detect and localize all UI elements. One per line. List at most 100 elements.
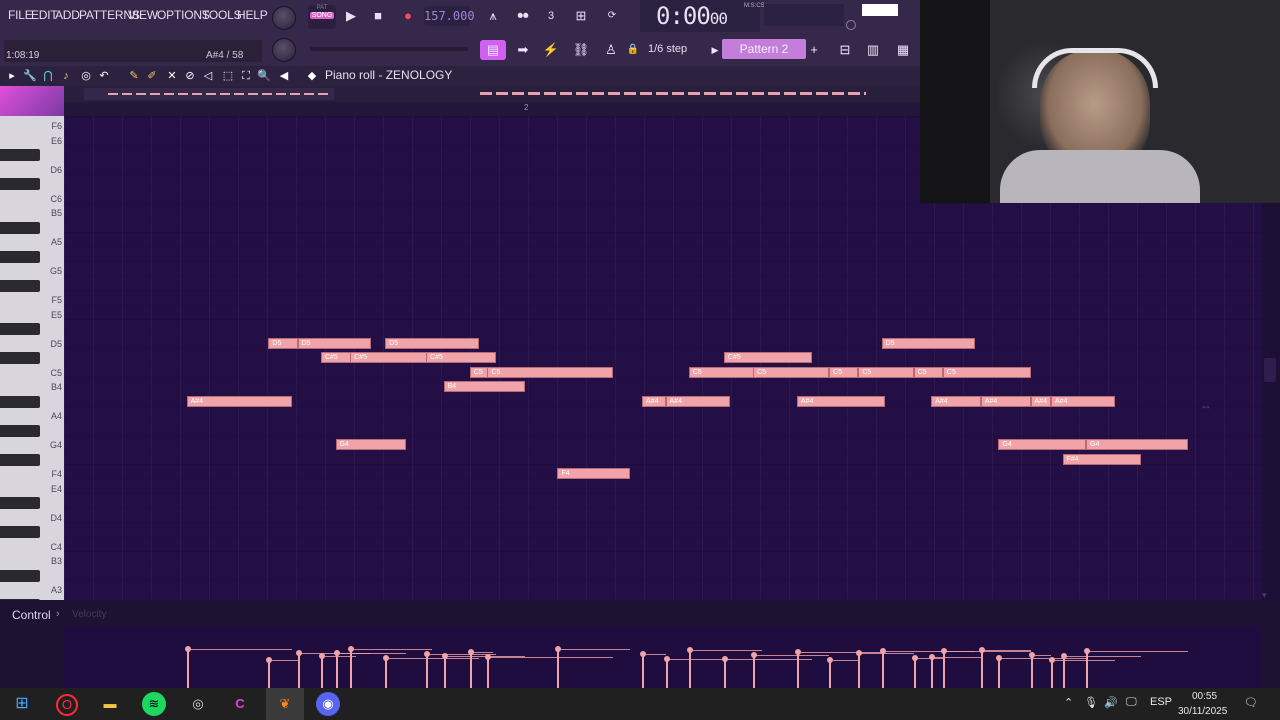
note-c5[interactable]: C5	[858, 366, 914, 378]
record-button[interactable]: ●	[397, 6, 419, 26]
step-edit-icon[interactable]: ⊞	[570, 6, 592, 26]
velocity-stem[interactable]	[385, 658, 388, 688]
velocity-stem[interactable]	[998, 658, 1001, 688]
obs-icon[interactable]: ◎	[186, 692, 210, 716]
network-icon[interactable]: 🖵	[1126, 696, 1137, 709]
control-label[interactable]: Control	[12, 608, 51, 622]
tray-chevron-icon[interactable]: ⌃	[1064, 696, 1073, 709]
note-g4[interactable]: G4	[998, 439, 1086, 450]
mic-icon[interactable]: 🎙	[1084, 696, 1098, 709]
velocity-lane[interactable]	[64, 626, 1262, 688]
fl-studio-icon[interactable]: ❦	[273, 692, 297, 716]
snap-step[interactable]: 1/6 step	[648, 43, 687, 55]
mute-tool-icon[interactable]: ⊘	[182, 68, 198, 84]
note-as4[interactable]: A#4	[931, 395, 981, 407]
note-c5[interactable]: C5	[913, 366, 943, 378]
piano-roll-icon[interactable]: ▤	[480, 40, 506, 60]
master-volume-knob[interactable]	[272, 6, 296, 30]
velocity-stem[interactable]	[1030, 655, 1033, 688]
link-icon[interactable]: ⛓	[568, 40, 594, 60]
windows-start-icon[interactable]: ⊞	[10, 692, 34, 716]
velocity-stem[interactable]	[980, 650, 983, 688]
pr-tools-icon[interactable]: 🔧	[22, 68, 38, 84]
velocity-stem[interactable]	[426, 654, 429, 688]
velocity-stem[interactable]	[642, 654, 645, 688]
note-g4[interactable]: G4	[335, 439, 406, 450]
black-key[interactable]	[0, 221, 40, 234]
countdown-icon[interactable]: 3	[540, 6, 562, 26]
velocity-stem[interactable]	[186, 649, 189, 688]
master-pitch-knob[interactable]	[272, 38, 296, 62]
note-as4[interactable]: A#4	[186, 395, 292, 407]
black-key[interactable]	[0, 352, 40, 364]
slice-tool-icon[interactable]: ◁	[200, 68, 216, 84]
note-c5[interactable]: C5	[753, 366, 830, 378]
velocity-stem[interactable]	[1062, 656, 1065, 688]
velocity-stem[interactable]	[1050, 660, 1053, 688]
plugin-icon[interactable]: ♙	[598, 40, 624, 60]
note-d5[interactable]: D5	[385, 337, 479, 349]
overview-strip[interactable]	[0, 86, 920, 102]
velocity-stem[interactable]	[931, 657, 934, 688]
pr-target-icon[interactable]: ◎	[78, 68, 94, 84]
velocity-stem[interactable]	[335, 653, 338, 688]
pat-song-toggle[interactable]: PAT SONG	[308, 5, 336, 29]
resize-handle-icon[interactable]: ⇔	[1200, 399, 1212, 413]
play-button[interactable]: ▶	[340, 6, 362, 26]
delete-tool-icon[interactable]: ✕	[164, 68, 180, 84]
pr-undo-icon[interactable]: ↶	[96, 68, 112, 84]
note-d5[interactable]: D5	[297, 337, 371, 349]
note-b4[interactable]: B4	[443, 381, 526, 392]
velocity-stem[interactable]	[913, 658, 916, 688]
note-c5[interactable]: C5	[942, 366, 1031, 378]
mixer-view-icon[interactable]: ▥	[860, 40, 886, 60]
black-key[interactable]	[0, 569, 40, 582]
position-slider[interactable]	[310, 47, 468, 51]
vertical-scroll-thumb[interactable]	[1264, 358, 1276, 382]
note-as4[interactable]: A#4	[980, 395, 1031, 407]
clock-date[interactable]: 30/11/2025	[1178, 706, 1227, 717]
eye-icon[interactable]	[846, 20, 856, 30]
note-as4[interactable]: A#4	[665, 395, 730, 407]
note-c5[interactable]: C5	[688, 366, 762, 378]
piano-roll-corner[interactable]	[0, 86, 64, 116]
pr-snap-icon[interactable]: ⋂	[40, 68, 56, 84]
playlist-icon[interactable]: ➡	[510, 40, 536, 60]
note-as4[interactable]: A#4	[796, 395, 885, 407]
menu-help[interactable]: HELP	[237, 8, 268, 22]
note-cs5[interactable]: C#5	[426, 352, 497, 363]
velocity-stem[interactable]	[297, 653, 300, 688]
velocity-stem[interactable]	[796, 652, 799, 688]
volume-icon[interactable]: 🔊	[1104, 696, 1118, 709]
pr-note-icon[interactable]: ♪	[58, 68, 74, 84]
loop-record-icon[interactable]: ⟳	[600, 6, 624, 26]
menu-tools[interactable]: TOOLS	[202, 8, 242, 22]
pencil-tool-icon[interactable]: ✎	[126, 68, 142, 84]
velocity-stem[interactable]	[858, 653, 861, 688]
menu-view[interactable]: VIEW	[128, 8, 158, 22]
channel-rack-icon[interactable]: ⊟	[832, 40, 858, 60]
menu-edit[interactable]: EDIT	[31, 8, 58, 22]
control-param[interactable]: Velocity	[72, 609, 106, 620]
clock-time[interactable]: 00:55	[1192, 691, 1217, 702]
select-tool-icon[interactable]: ⬚	[220, 68, 236, 84]
note-d5[interactable]: D5	[881, 337, 976, 349]
note-g4[interactable]: G4	[1086, 439, 1189, 450]
note-cs5[interactable]: C#5	[350, 352, 432, 363]
velocity-stem[interactable]	[829, 660, 832, 688]
paint-tool-icon[interactable]: ✐	[144, 68, 160, 84]
velocity-stem[interactable]	[723, 659, 726, 688]
file-explorer-icon[interactable]: ▬	[98, 692, 122, 716]
browser-icon[interactable]: ▦	[890, 40, 916, 60]
black-key[interactable]	[0, 323, 40, 335]
velocity-stem[interactable]	[443, 656, 446, 688]
note-c5[interactable]: C5	[829, 366, 859, 378]
velocity-stem[interactable]	[320, 656, 323, 688]
velocity-stem[interactable]	[469, 652, 472, 688]
add-pattern-button[interactable]: +	[806, 40, 822, 60]
velocity-stem[interactable]	[665, 659, 668, 688]
menu-add[interactable]: ADD	[55, 8, 80, 22]
stop-button[interactable]: ■	[367, 6, 389, 26]
pr-title-arrows-icon[interactable]: ◆	[304, 68, 320, 84]
playback-tool-icon[interactable]: ◀	[276, 68, 292, 84]
